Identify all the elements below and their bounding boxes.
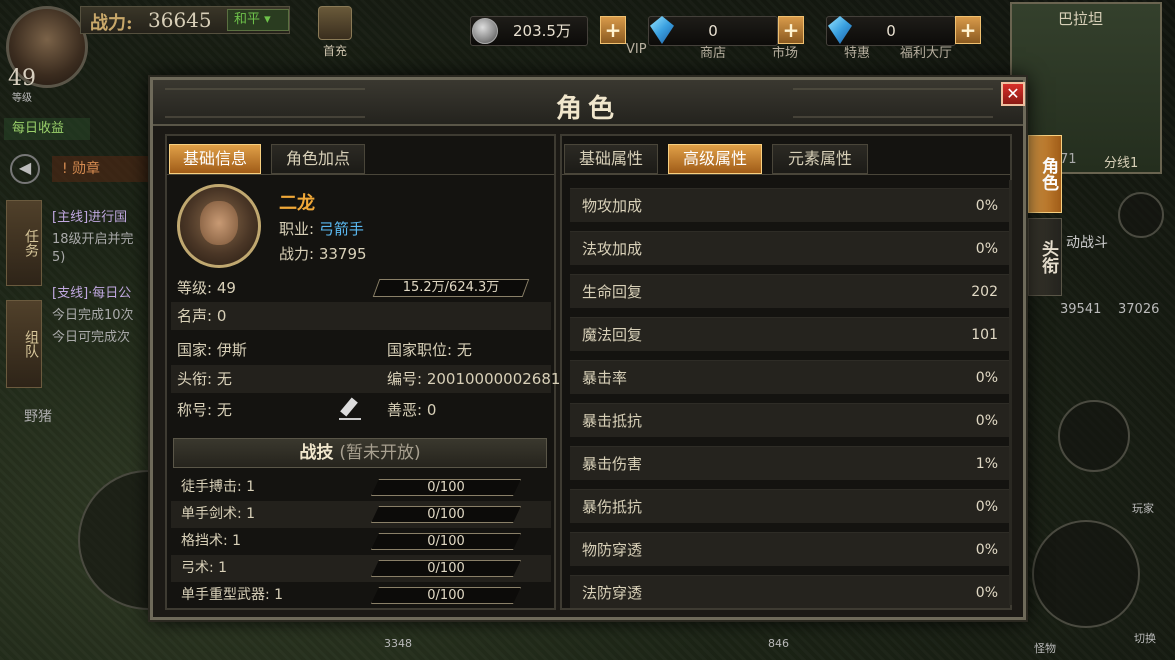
basic-info-panel: 基础信息 角色加点 二龙 职业: 弓箭手 战力: 33795 等级: 49 15… <box>165 134 560 610</box>
skill-progress-text: 0/100 <box>427 588 465 603</box>
attr-row: 魔法回复 101 <box>570 317 1010 351</box>
quest-side-desc: 今日完成10次 <box>52 308 134 323</box>
monster-target-label[interactable]: 怪物 <box>1034 640 1056 656</box>
quest-main[interactable]: [主线]进行国 <box>52 206 152 225</box>
tab-divider <box>562 174 1010 175</box>
silver-coin-icon <box>472 18 498 44</box>
attr-row: 暴伤抵抗 0% <box>570 489 1010 523</box>
dialog-header: 角色 <box>153 80 1023 126</box>
skill-progress-text: 0/100 <box>427 561 465 576</box>
skill-row: 弓术: 1 0/100 <box>171 555 551 582</box>
tab-element-attributes[interactable]: 元素属性 <box>772 144 868 174</box>
quest-side[interactable]: [支线]·每日公 <box>52 282 152 301</box>
character-power: 战力: 33795 <box>279 245 367 263</box>
character-portrait <box>177 184 261 268</box>
task-tab[interactable]: 任务 <box>6 200 42 286</box>
target-icon[interactable] <box>1118 192 1164 238</box>
collapse-arrow-icon[interactable]: ◀ <box>10 154 40 184</box>
nickname-row: 称号: 无 善恶: 0 <box>177 400 437 420</box>
side-tab-title[interactable]: 头衔 <box>1028 218 1062 296</box>
nation-row: 国家: 伊斯 国家职位: 无 <box>177 341 472 359</box>
attack-button[interactable] <box>1032 520 1140 628</box>
skill-slot[interactable] <box>1058 400 1130 472</box>
first-charge-button[interactable]: 首充 <box>312 6 358 58</box>
quest-side-desc-2: 今日可完成次 <box>52 330 131 345</box>
player-target-label[interactable]: 玩家 <box>1132 500 1154 516</box>
switch-target-label[interactable]: 切换 <box>1134 630 1156 646</box>
tab-basic-attributes[interactable]: 基础属性 <box>564 144 658 174</box>
attr-row: 法防穿透 0% <box>570 575 1010 608</box>
auto-battle-label[interactable]: 动战斗 <box>1066 232 1108 252</box>
combat-skills-header: 战技 (暂未开放) <box>173 438 547 468</box>
character-dialog: 角色 ✕ 基础信息 角色加点 二龙 职业: 弓箭手 战力: 33795 等级: … <box>150 77 1026 620</box>
skill-row: 单手重型武器: 1 0/100 <box>171 582 551 609</box>
attr-row: 生命回复 202 <box>570 274 1010 308</box>
attr-row: 暴击伤害 1% <box>570 446 1010 480</box>
skill-progress-text: 0/100 <box>427 534 465 549</box>
shop-button[interactable]: 商店 <box>700 42 726 61</box>
map-coords: 71 <box>1060 152 1077 167</box>
skill-progress-text: 0/100 <box>427 480 465 495</box>
skill-progress-text: 0/100 <box>427 507 465 522</box>
tab-advanced-attributes[interactable]: 高级属性 <box>668 144 762 174</box>
attr-row: 暴击率 0% <box>570 360 1010 394</box>
add-gem-button-2[interactable]: + <box>955 16 981 44</box>
welfare-hall-button[interactable]: 福利大厅 <box>900 42 952 61</box>
level-row: 等级: 49 15.2万/624.3万 <box>171 274 551 302</box>
skill-row: 格挡术: 1 0/100 <box>171 528 551 555</box>
bottom-hp: 3348 <box>384 637 412 650</box>
market-button[interactable]: 市场 <box>772 42 798 61</box>
pk-mode-select[interactable]: 和平 ▾ <box>227 9 289 31</box>
daily-income-button[interactable]: 每日收益 <box>4 118 90 140</box>
dialog-title: 角色 <box>555 94 620 124</box>
team-tab[interactable]: 组队 <box>6 300 42 388</box>
tab-attribute-points[interactable]: 角色加点 <box>271 144 365 174</box>
vip-button[interactable]: VIP <box>626 42 647 57</box>
bottom-mp: 846 <box>768 637 789 650</box>
side-tab-character[interactable]: 角色 <box>1028 135 1062 213</box>
npc-label: 野猪 <box>24 409 52 425</box>
gift-icon <box>318 6 352 40</box>
attr-row: 物攻加成 0% <box>570 188 1010 222</box>
fame-row: 名声: 0 <box>171 302 551 330</box>
mp-potion-count: 37026 <box>1118 302 1160 317</box>
close-button[interactable]: ✕ <box>1001 82 1025 106</box>
tab-basic-info[interactable]: 基础信息 <box>169 144 261 174</box>
tab-divider <box>167 174 554 175</box>
character-class: 职业: 弓箭手 <box>279 220 364 238</box>
hp-potion-count: 39541 <box>1060 302 1102 317</box>
map-name: 巴拉坦 <box>1058 10 1104 28</box>
skill-row: 单手剑术: 1 0/100 <box>171 501 551 528</box>
attributes-panel: 基础属性 高级属性 元素属性 物攻加成 0% 法攻加成 0% 生命回复 202 魔法回… <box>560 134 1012 610</box>
quest-main-desc-2: 5) <box>52 250 66 265</box>
attr-row: 法攻加成 0% <box>570 231 1010 265</box>
quest-main-desc: 18级开启并完 <box>52 232 134 247</box>
player-level-badge: 49 等级 <box>8 66 36 104</box>
exp-text: 15.2万/624.3万 <box>402 280 500 295</box>
attr-row: 暴击抵抗 0% <box>570 403 1010 437</box>
title-row: 头衔: 无编号: 20010000002681 <box>171 365 560 393</box>
attr-row: 物防穿透 0% <box>570 532 1010 566</box>
game-scene: 49 等级 战力: 36645 和平 ▾ 首充 每日收益 ◀ ! 勋章 任务 组队… <box>0 0 1175 660</box>
power-label: 战力: <box>90 13 133 34</box>
medal-button[interactable]: ! 勋章 <box>52 156 148 182</box>
character-name: 二龙 <box>279 193 315 214</box>
special-offer-button[interactable]: 特惠 <box>844 42 870 61</box>
server-line[interactable]: 分线1 <box>1104 152 1138 171</box>
add-gem-button-1[interactable]: + <box>778 16 804 44</box>
power-value: 36645 <box>148 8 212 32</box>
add-silver-button[interactable]: + <box>600 16 626 44</box>
edit-icon[interactable] <box>339 400 361 420</box>
skill-row: 徒手搏击: 1 0/100 <box>171 474 551 501</box>
attributes-scrollbar[interactable] <box>1009 180 1012 605</box>
